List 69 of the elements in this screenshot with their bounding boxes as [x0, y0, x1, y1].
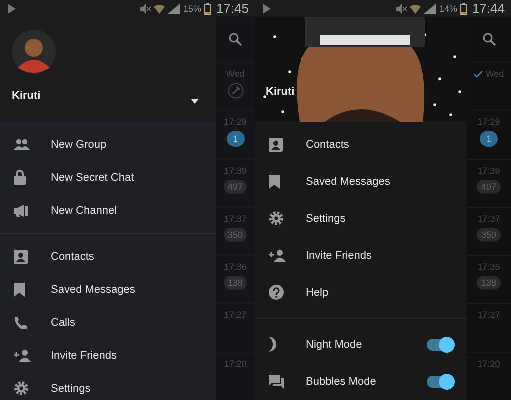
unread-badge: 1	[226, 131, 244, 148]
chat-time: 17:37	[478, 214, 500, 224]
menu-item[interactable]: Invite Friends	[255, 237, 467, 274]
unread-badge: 350	[224, 228, 248, 242]
play-icon	[8, 4, 16, 14]
unread-badge: 138	[224, 276, 248, 290]
chat-time: 17:29	[478, 117, 500, 128]
user-name: Kiruti	[266, 86, 295, 98]
contact-card-icon	[14, 250, 28, 264]
menu-item[interactable]: Contacts	[255, 126, 467, 163]
caret-icon[interactable]	[191, 99, 199, 104]
menu-item[interactable]: New Channel	[0, 194, 216, 227]
unread-badge: 1	[480, 131, 498, 148]
menu-item[interactable]: Settings	[0, 372, 216, 400]
wifi-icon	[410, 4, 422, 14]
phone-icon	[14, 316, 28, 330]
search-icon[interactable]	[482, 33, 496, 46]
unread-badge: 350	[477, 228, 501, 242]
bookmark-icon	[14, 282, 25, 296]
check-icon	[474, 70, 483, 78]
mute-icon	[395, 4, 408, 14]
menu-item[interactable]: Help	[255, 274, 467, 311]
avatar-icon[interactable]	[12, 30, 56, 74]
add-person-icon	[269, 250, 286, 262]
people-icon	[14, 139, 30, 150]
menu-item[interactable]: Saved Messages	[255, 163, 467, 200]
battery-percent: 14%	[439, 4, 458, 14]
signal-icon	[168, 4, 180, 14]
play-icon	[263, 4, 271, 14]
chat-bubbles-icon	[269, 374, 284, 388]
chat-time: 17:39	[478, 166, 500, 176]
unread-badge: 497	[477, 180, 501, 194]
menu-item[interactable]: Saved Messages	[0, 273, 216, 306]
menu-item[interactable]: Contacts	[0, 240, 216, 273]
menu-item[interactable]: Bubbles Mode	[255, 363, 467, 400]
unread-badge: 497	[224, 180, 248, 194]
menu-item[interactable]: Invite Friends	[0, 339, 216, 372]
menu-item[interactable]: New Group	[0, 128, 216, 161]
chat-time: 17:20	[478, 358, 500, 369]
help-icon	[269, 285, 284, 300]
chat-time: 17:27	[478, 310, 500, 320]
chat-time: Wed	[486, 69, 504, 79]
battery-icon	[204, 2, 212, 14]
unread-badge: 138	[477, 276, 501, 290]
signal-icon	[424, 4, 436, 14]
add-person-icon	[14, 350, 31, 362]
toggle-switch[interactable]	[427, 376, 453, 388]
settings-icon	[14, 381, 29, 396]
search-icon[interactable]	[229, 33, 242, 46]
menu-item[interactable]: Calls	[0, 306, 216, 339]
menu-item[interactable]: Night Mode	[255, 326, 467, 363]
bookmark-icon	[269, 174, 280, 188]
clock-time: 17:45	[216, 1, 249, 16]
menu-item[interactable]: New Secret Chat	[0, 161, 216, 194]
wifi-icon	[154, 4, 166, 14]
toggle-switch[interactable]	[427, 338, 453, 350]
mute-icon	[139, 4, 152, 14]
chat-time: 17:36	[478, 262, 500, 272]
battery-icon	[460, 2, 468, 14]
megaphone-icon	[14, 204, 28, 216]
lock-icon	[14, 170, 26, 185]
settings-icon	[269, 211, 284, 226]
menu-item[interactable]: Settings	[255, 200, 467, 237]
moon-icon	[269, 337, 279, 352]
user-name: Kiruti	[12, 90, 41, 102]
contact-card-icon	[269, 138, 283, 152]
pin-icon	[228, 83, 244, 99]
battery-percent: 15%	[183, 4, 202, 14]
clock-time: 17:44	[472, 1, 505, 16]
